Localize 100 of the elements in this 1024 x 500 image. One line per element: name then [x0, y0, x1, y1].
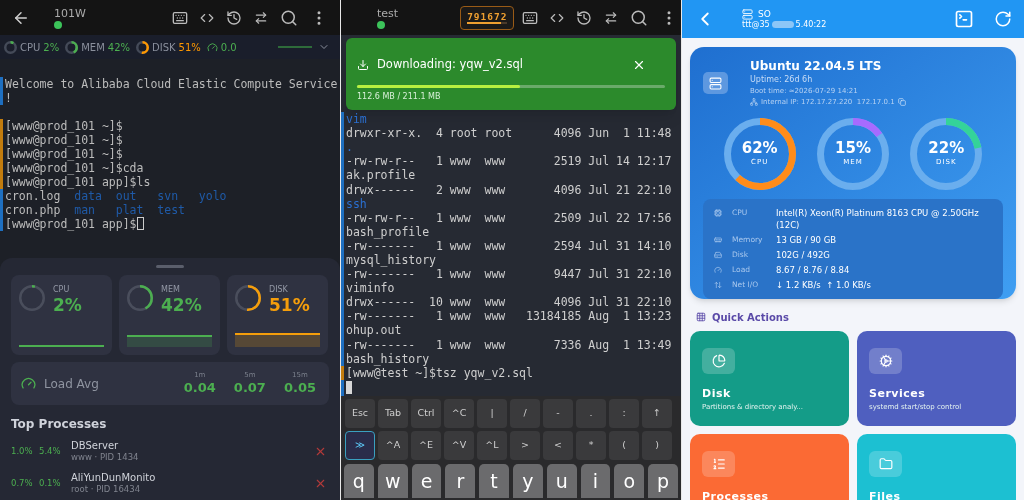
key-button[interactable]: ↑ — [642, 398, 672, 428]
key-button[interactable]: ^E — [411, 430, 441, 460]
stat-label: MEM — [161, 285, 181, 295]
swap-icon[interactable] — [254, 10, 268, 25]
terminal-line: mysql_history — [345, 253, 436, 268]
ring-value: 22% — [928, 139, 965, 157]
detail-value: ↓ 1.2 KB/s ↑ 1.0 KB/s — [776, 278, 872, 291]
key-button[interactable]: ^A — [378, 430, 408, 460]
stat-value: 42% — [107, 40, 131, 55]
keyboard-key[interactable]: o — [614, 463, 645, 498]
gauge-icon — [206, 41, 218, 53]
action-title: Files — [869, 488, 901, 500]
terminal-line: [www@prod_101 ~]$cda — [5, 161, 144, 175]
load-label: Load Avg — [44, 375, 99, 393]
host-text: ttt@35 — [742, 19, 770, 30]
terminal-line: [www@prod_101 ~]$ — [5, 147, 123, 161]
terminal-line: -rw-rw-r-- 1 www www 2519 Jul 14 12:17 — [345, 154, 672, 169]
mem-percent: 0.1% — [39, 476, 62, 490]
network-icon — [750, 98, 758, 107]
terminal-line: -rw------- 1 www www 2594 Jul 31 14:10 — [345, 238, 672, 253]
key-button[interactable]: ( — [609, 430, 639, 460]
key-button[interactable]: ) — [642, 430, 672, 460]
download-title: Downloading: yqw_v2.sql — [377, 56, 523, 73]
key-button[interactable]: : — [609, 398, 639, 428]
ring-value: 62% — [741, 139, 778, 157]
keyboard-key[interactable]: q — [344, 463, 374, 498]
pie-chart-icon — [711, 353, 726, 368]
terminal-line: -rw------- 1 www www 7336 Aug 1 13:49 — [345, 337, 672, 352]
key-button[interactable]: | — [477, 398, 507, 428]
stat-value: 51% — [178, 40, 201, 55]
stat-label: MEM — [81, 40, 105, 55]
terminal-line: ohup.out — [345, 323, 402, 338]
key-button[interactable]: . — [576, 398, 606, 428]
stat-label: CPU — [20, 40, 41, 55]
keyboard-icon[interactable] — [172, 9, 188, 26]
keyboard-key[interactable]: p — [648, 463, 678, 498]
keyboard-key[interactable]: u — [546, 463, 577, 498]
key-button[interactable]: - — [543, 398, 573, 428]
terminal-line: bash_profile — [345, 224, 430, 239]
load-value: 0.0 — [220, 40, 237, 55]
ring-value: 15% — [835, 139, 871, 157]
keyboard-key[interactable]: r — [445, 463, 476, 498]
section-title: Quick Actions — [712, 310, 789, 325]
file-name: cron.log — [5, 189, 61, 203]
terminal-line: -rw------- 1 www www 9447 Jul 31 22:10 — [345, 267, 672, 282]
key-button[interactable]: ≫ — [345, 430, 375, 460]
stat-label: DISK — [269, 285, 289, 295]
keyboard-key[interactable]: y — [513, 463, 543, 498]
terminal-line: . — [345, 140, 353, 155]
redacted-block — [771, 21, 794, 28]
terminal-icon[interactable] — [954, 9, 974, 29]
key-button[interactable]: Esc — [345, 398, 375, 428]
terminal-line: ssh — [345, 196, 367, 211]
keyboard-key[interactable]: i — [580, 463, 611, 498]
key-button[interactable]: > — [510, 430, 540, 460]
key-button[interactable]: ^C — [444, 398, 474, 428]
terminal-line: [www@prod_101 app]$ — [5, 217, 137, 231]
os-name: Ubuntu 22.04.5 LTS — [750, 59, 883, 74]
cursor — [346, 381, 352, 395]
keyboard-icon[interactable] — [522, 9, 539, 26]
process-name: AliYunDunMonito — [71, 471, 156, 484]
load-value: 0.07 — [233, 380, 266, 396]
search-icon[interactable] — [630, 8, 649, 27]
uptime-text: Uptime: 26d 6h — [750, 74, 814, 86]
process-detail: www · PID 1434 — [71, 451, 139, 463]
terminal-line: -rw------- 1 www www 13184185 Aug 1 13:23 — [345, 309, 672, 324]
swap-icon[interactable] — [604, 10, 619, 25]
key-button[interactable]: ^L — [477, 430, 507, 460]
server-icon — [742, 8, 753, 20]
search-icon[interactable] — [280, 8, 298, 27]
host-text: 5.40:22 — [795, 19, 827, 30]
code-badge[interactable]: 791672 — [460, 5, 515, 30]
refresh-icon[interactable] — [994, 10, 1012, 28]
keyboard-key[interactable]: t — [479, 463, 509, 498]
keyboard-key[interactable]: w — [377, 463, 408, 498]
key-button[interactable]: Ctrl — [411, 398, 441, 428]
terminal-line: -rw-rw-r-- 1 www www 2509 Jul 22 17:56 — [345, 210, 672, 225]
load-value: 0.04 — [183, 380, 216, 396]
terminal-line: [www@prod_101 ~]$ — [5, 133, 123, 147]
server-title: SO — [758, 8, 771, 20]
detail-value: 13 GB / 90 GB — [776, 233, 838, 246]
key-button[interactable]: Tab — [378, 398, 408, 428]
key-button[interactable]: ^V — [444, 430, 474, 460]
stat-label: CPU — [53, 285, 71, 295]
terminal-line: [www@prod_101 ~]$ — [5, 119, 123, 133]
key-button[interactable]: * — [576, 430, 606, 460]
key-button[interactable]: / — [510, 398, 540, 428]
keyboard-key[interactable]: e — [411, 463, 442, 498]
history-icon[interactable] — [576, 9, 593, 26]
action-title: Disk — [702, 385, 731, 402]
chip-icon — [714, 208, 722, 217]
terminal-line: bash_history — [345, 351, 430, 366]
detail-value: Intel(R) Xeon(R) Platinum 8163 CPU @ 2.50GHz (12C) — [776, 206, 980, 231]
terminal-line: ak.profile — [345, 168, 416, 183]
cpu-percent: 0.7% — [11, 476, 31, 490]
progress-text: 112.6 MB / 211.1 MB — [357, 91, 442, 104]
history-icon[interactable] — [226, 9, 242, 26]
drag-handle[interactable] — [156, 265, 184, 268]
key-button[interactable]: < — [543, 430, 573, 460]
terminal-line: viminfo — [345, 281, 395, 296]
